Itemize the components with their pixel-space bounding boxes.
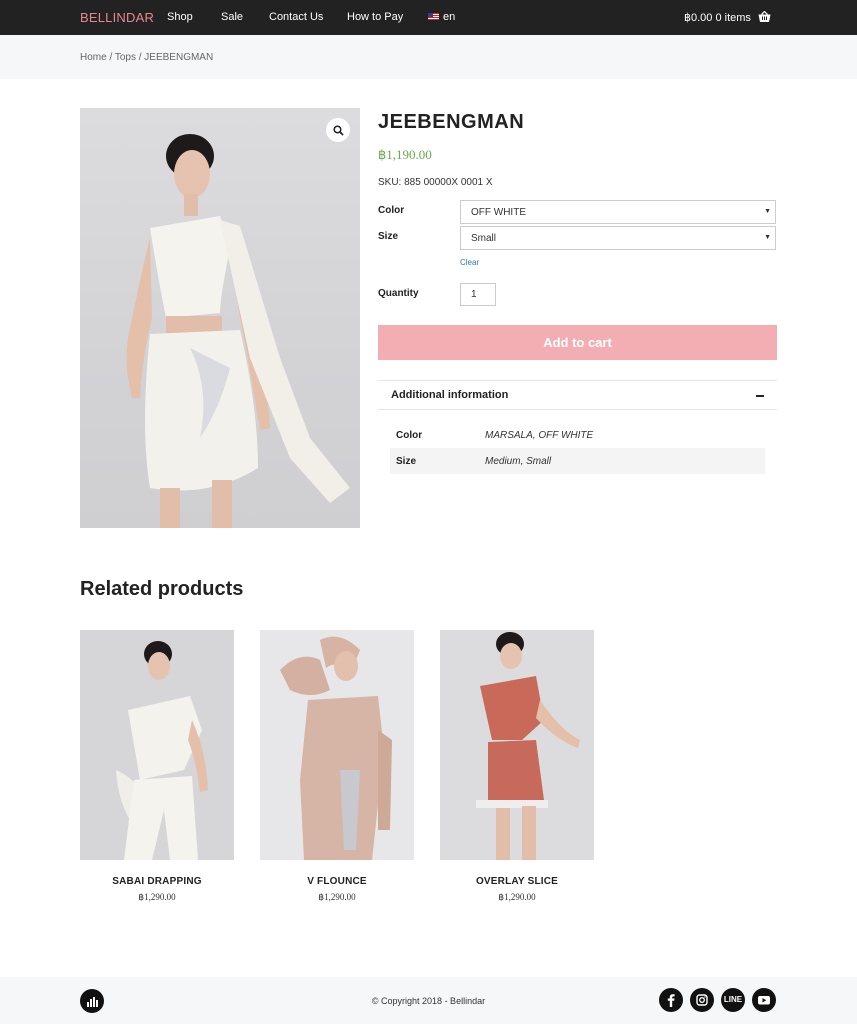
attribute-value: Medium, Small [485, 456, 552, 467]
breadcrumb[interactable]: Home / Tops / JEEBENGMAN [80, 52, 213, 63]
related-product-price: ฿1,290.00 [318, 892, 356, 902]
youtube-icon[interactable] [752, 988, 776, 1012]
product-main-image[interactable] [80, 108, 360, 528]
youtube-glyph [758, 996, 770, 1005]
add-to-cart-button[interactable]: Add to cart [378, 325, 777, 360]
line-label: LINE [723, 995, 743, 1004]
related-product-card[interactable]: V FLOUNCE ฿1,290.00 [260, 630, 414, 903]
attribute-name: Size [396, 456, 417, 467]
attributes-table: Color MARSALA, OFF WHITE Size Medium, Sm… [390, 422, 765, 474]
additional-info-toggle[interactable]: Additional information [378, 380, 777, 410]
clear-selection-link[interactable]: Clear [460, 258, 479, 267]
size-select[interactable]: Small ▼ [460, 226, 776, 250]
related-product-card[interactable]: SABAI DRAPPING ฿1,290.00 [80, 630, 234, 903]
quantity-input[interactable]: 1 [460, 283, 496, 306]
facebook-icon[interactable] [659, 988, 683, 1012]
footer: © Copyright 2018 - Bellindar LINE [0, 977, 857, 1024]
instagram-glyph [696, 994, 708, 1006]
minus-icon [756, 395, 764, 397]
size-label: Size [378, 231, 399, 242]
model-photo [126, 134, 350, 528]
brand-logo-link[interactable]: BELLINDAR [80, 10, 154, 25]
language-label: en [443, 11, 456, 23]
color-select[interactable]: OFF WHITE ▼ [460, 200, 776, 224]
model-photo [80, 630, 234, 860]
product-price: ฿1,190.00 [378, 147, 432, 162]
product-title: JEEBENGMAN [378, 111, 525, 133]
related-product-card[interactable]: OVERLAY SLICE ฿1,290.00 [440, 630, 594, 903]
zoom-button[interactable] [326, 118, 350, 142]
related-product-price: ฿1,290.00 [138, 892, 176, 902]
size-select-value: Small [471, 233, 497, 244]
nav-contact-us[interactable]: Contact Us [269, 11, 323, 23]
breadcrumb-band: Home / Tops / JEEBENGMAN [0, 35, 857, 79]
related-product-image[interactable] [440, 630, 594, 860]
chevron-down-icon: ▼ [764, 208, 771, 215]
facebook-glyph [667, 994, 675, 1007]
model-photo [260, 630, 414, 860]
us-flag-icon [428, 13, 439, 20]
related-product-name[interactable]: OVERLAY SLICE [440, 876, 594, 887]
nav-shop[interactable]: Shop [167, 11, 193, 23]
quantity-label: Quantity [378, 288, 419, 299]
related-product-image[interactable] [260, 630, 414, 860]
table-row: Size Medium, Small [390, 448, 765, 474]
color-select-value: OFF WHITE [471, 207, 526, 218]
nav-how-to-pay[interactable]: How to Pay [347, 11, 403, 23]
product-sku: SKU: 885 00000X 0001 X [378, 177, 493, 188]
cart-summary-link[interactable]: ฿0.00 0 items [684, 11, 751, 24]
chevron-down-icon: ▼ [764, 234, 771, 241]
attribute-name: Color [396, 430, 423, 441]
top-navigation-bar: BELLINDAR Shop Sale Contact Us How to Pa… [0, 0, 857, 35]
instagram-icon[interactable] [690, 988, 714, 1012]
additional-info-title: Additional information [391, 389, 509, 401]
language-switcher[interactable]: en [428, 11, 455, 23]
related-product-name[interactable]: V FLOUNCE [260, 876, 414, 887]
line-icon[interactable]: LINE [721, 988, 745, 1012]
basket-icon[interactable] [758, 11, 771, 23]
related-product-image[interactable] [80, 630, 234, 860]
nav-sale[interactable]: Sale [221, 11, 243, 23]
attribute-value: MARSALA, OFF WHITE [485, 430, 594, 441]
related-product-name[interactable]: SABAI DRAPPING [80, 876, 234, 887]
model-photo [440, 630, 594, 860]
related-product-price: ฿1,290.00 [498, 892, 536, 902]
related-products-heading: Related products [80, 578, 244, 600]
magnifier-icon [332, 124, 344, 136]
color-label: Color [378, 205, 405, 216]
table-row: Color MARSALA, OFF WHITE [390, 422, 765, 448]
